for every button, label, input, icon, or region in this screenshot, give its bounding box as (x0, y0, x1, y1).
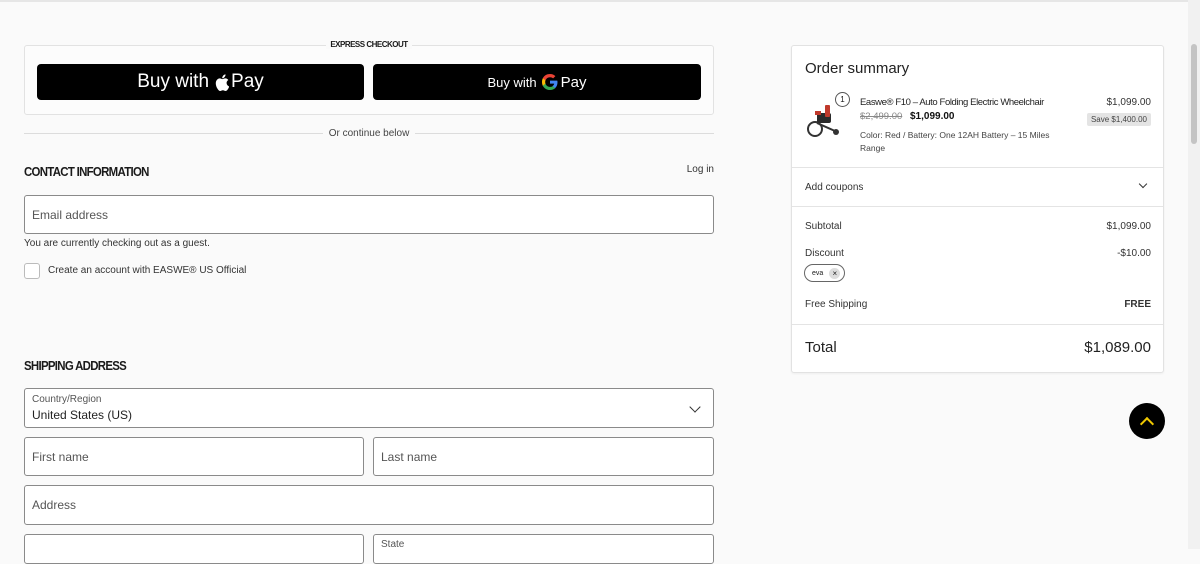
summary-divider (792, 324, 1163, 325)
quantity-badge: 1 (835, 92, 850, 107)
google-pay-button[interactable]: Buy with Pay (373, 64, 701, 100)
create-account-checkbox[interactable] (24, 263, 40, 279)
subtotal-value: $1,099.00 (1106, 221, 1152, 232)
country-select[interactable]: Country/Region United States (US) (24, 388, 714, 428)
apple-pay-label: Pay (231, 71, 264, 92)
product-old-price: $2,499.00 (860, 111, 903, 122)
last-name-placeholder: Last name (381, 449, 438, 464)
coupon-chip: eva × (804, 264, 846, 282)
summary-divider (792, 206, 1163, 207)
google-g-icon (541, 74, 558, 90)
total-label: Total (805, 339, 837, 356)
guest-note: You are currently checking out as a gues… (24, 238, 210, 249)
city-field[interactable] (24, 534, 364, 564)
last-name-field[interactable]: Last name (373, 437, 714, 476)
coupon-code: eva (812, 269, 824, 277)
google-pay-buy-with: Buy with (487, 74, 537, 90)
address-placeholder: Address (32, 498, 77, 512)
scrollbar[interactable] (1188, 0, 1200, 549)
chevron-down-icon (1138, 179, 1148, 189)
remove-coupon-icon[interactable]: × (829, 267, 841, 279)
shipping-address-title: Shipping address (24, 358, 127, 373)
country-label: Country/Region (32, 394, 102, 405)
login-link[interactable]: Log in (640, 164, 714, 175)
country-value: United States (US) (32, 408, 133, 422)
first-name-placeholder: First name (32, 449, 89, 464)
create-account-label: Create an account with EASWE® US Officia… (48, 265, 247, 276)
apple-icon (215, 73, 230, 91)
address-field[interactable]: Address (24, 485, 714, 525)
chevron-down-icon (689, 401, 701, 413)
shipping-label: Free Shipping (805, 299, 868, 310)
scrollbar-thumb[interactable] (1191, 44, 1197, 144)
state-select[interactable]: State (373, 534, 714, 564)
chevron-up-icon (1139, 416, 1155, 431)
order-summary: Order summary 1 Easwe® F10 – Auto Foldin… (791, 45, 1164, 373)
email-field[interactable]: Email address (24, 195, 714, 234)
subtotal-label: Subtotal (805, 221, 842, 232)
line-price: $1,099.00 (1106, 97, 1152, 108)
save-badge: Save $1,400.00 (1086, 113, 1151, 126)
apple-pay-buy-with: Buy with (137, 71, 210, 92)
product-new-price: $1,099.00 (910, 111, 955, 122)
express-checkout-title: Express checkout (24, 40, 714, 49)
first-name-field[interactable]: First name (24, 437, 364, 476)
add-coupons-toggle[interactable]: Add coupons (792, 168, 1163, 207)
discount-value: -$10.00 (1117, 248, 1151, 259)
discount-label: Discount (805, 248, 844, 259)
order-summary-title: Order summary (805, 60, 910, 77)
product-name: Easwe® F10 – Auto Folding Electric Wheel… (860, 97, 1044, 108)
contact-info-title: Contact information (24, 164, 149, 179)
add-coupons-label: Add coupons (805, 182, 864, 193)
email-placeholder: Email address (32, 207, 109, 222)
apple-pay-button[interactable]: Buy with Pay (37, 64, 364, 100)
divider-text: Or continue below (24, 128, 714, 139)
state-label: State (381, 539, 405, 550)
total-value: $1,089.00 (1084, 339, 1151, 356)
scroll-to-top-button[interactable] (1129, 403, 1165, 439)
google-pay-label: Pay (560, 73, 587, 91)
top-border (0, 0, 1200, 2)
shipping-value: FREE (1124, 299, 1151, 310)
product-variant: Color: Red / Battery: One 12AH Battery –… (860, 130, 1050, 153)
